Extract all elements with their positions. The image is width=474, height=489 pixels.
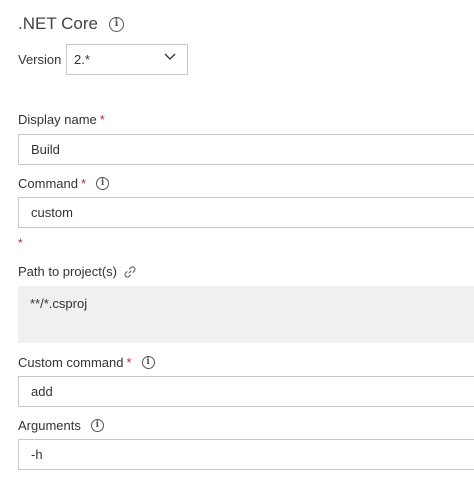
display-name-label: Display name * <box>18 112 105 127</box>
arguments-input[interactable]: -h <box>18 439 474 470</box>
path-to-projects-label: Path to project(s) <box>18 264 137 279</box>
version-select[interactable]: 2.* <box>66 44 188 75</box>
custom-command-value: add <box>31 384 53 399</box>
path-to-projects-value: **/*.csproj <box>30 296 88 311</box>
custom-command-label: Custom command * i <box>18 355 155 370</box>
required-marker: * <box>80 176 87 191</box>
command-input[interactable]: custom <box>18 197 474 228</box>
version-label: Version <box>18 52 62 67</box>
command-error-marker: * <box>18 236 23 250</box>
required-marker: * <box>126 355 132 370</box>
task-title: .NET Core i <box>18 14 124 34</box>
chevron-down-icon <box>164 53 176 60</box>
info-icon[interactable]: i <box>90 419 104 432</box>
custom-command-label-text: Custom command <box>18 355 124 370</box>
command-label: Command * i <box>18 176 110 191</box>
custom-command-input[interactable]: add <box>18 376 474 407</box>
path-to-projects-label-text: Path to project(s) <box>18 264 117 279</box>
path-to-projects-textarea[interactable]: **/*.csproj <box>18 286 474 343</box>
display-name-input[interactable]: Build <box>18 134 474 165</box>
command-label-text: Command <box>18 176 78 191</box>
info-icon[interactable]: i <box>141 356 155 369</box>
info-icon[interactable]: i <box>109 16 124 32</box>
info-icon[interactable]: i <box>96 177 110 190</box>
arguments-label-text: Arguments <box>18 418 81 433</box>
command-value: custom <box>31 205 73 220</box>
arguments-value: -h <box>31 447 43 462</box>
required-marker: * <box>99 112 105 127</box>
version-selected-value: 2.* <box>74 52 90 67</box>
display-name-label-text: Display name <box>18 112 97 127</box>
link-icon[interactable] <box>123 265 137 279</box>
task-title-text: .NET Core <box>18 14 98 33</box>
arguments-label: Arguments i <box>18 418 104 433</box>
display-name-value: Build <box>31 142 60 157</box>
